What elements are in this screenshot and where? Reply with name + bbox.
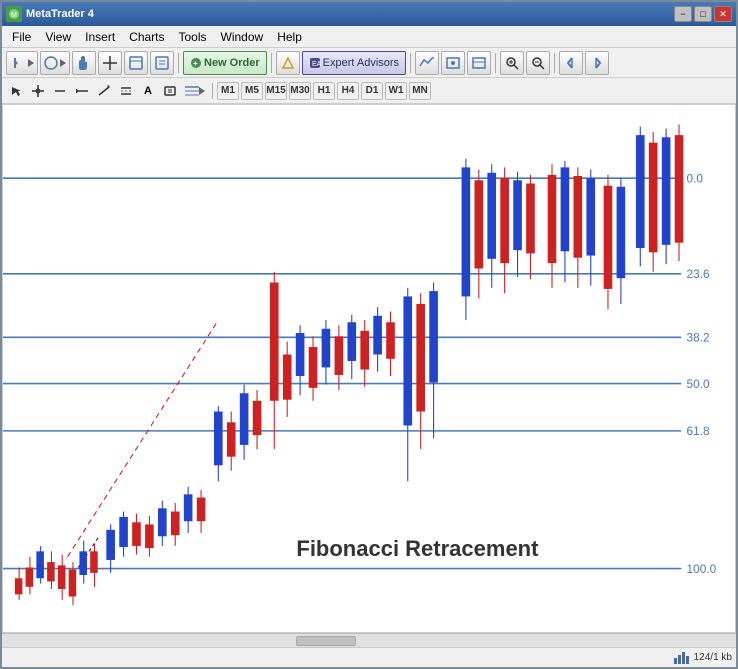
status-bar: 124/1 kb <box>2 647 736 667</box>
title-bar: M MetaTrader 4 − □ ✕ <box>2 2 736 26</box>
zoom-in-btn[interactable] <box>500 51 524 75</box>
indicators-btn[interactable] <box>415 51 439 75</box>
tf-w1[interactable]: W1 <box>385 82 407 100</box>
toolbar-hand-btn[interactable] <box>72 51 96 75</box>
menu-window[interactable]: Window <box>215 28 270 46</box>
trend-tool[interactable] <box>94 81 114 101</box>
scrollbar-thumb[interactable] <box>296 636 356 646</box>
svg-text:+: + <box>193 59 198 68</box>
svg-text:50.0: 50.0 <box>687 377 710 391</box>
toolbar-nav-btn[interactable] <box>40 51 70 75</box>
tf-d1[interactable]: D1 <box>361 82 383 100</box>
new-order-label: New Order <box>204 57 260 69</box>
new-order-button[interactable]: + New Order <box>183 51 267 75</box>
label-tool[interactable] <box>160 81 180 101</box>
tf-mn[interactable]: MN <box>409 82 431 100</box>
arrow-tool[interactable] <box>6 81 26 101</box>
chart-area[interactable]: 0.0 23.6 38.2 50.0 61.8 100.0 <box>2 104 736 633</box>
text-tool[interactable]: A <box>138 81 158 101</box>
svg-text:23.6: 23.6 <box>687 267 710 281</box>
svg-text:0.0: 0.0 <box>687 171 704 185</box>
menu-bar: FileViewInsertChartsToolsWindowHelp <box>2 26 736 48</box>
toolbar-sep-5 <box>554 53 555 73</box>
expert-advisors-button[interactable]: EA Expert Advisors <box>302 51 406 75</box>
close-button[interactable]: ✕ <box>714 6 732 22</box>
channel-tool[interactable] <box>116 81 136 101</box>
menu-insert[interactable]: Insert <box>79 28 121 46</box>
menu-help[interactable]: Help <box>271 28 308 46</box>
toolbar2: A M1 M5 M15 M30 H1 H4 D1 W1 MN <box>2 78 736 104</box>
toolbar-crosshair-btn[interactable] <box>98 51 122 75</box>
toolbar-sep-2 <box>271 53 272 73</box>
tf-h1[interactable]: H1 <box>313 82 335 100</box>
tf-h4[interactable]: H4 <box>337 82 359 100</box>
templates-btn[interactable] <box>467 51 491 75</box>
svg-text:61.8: 61.8 <box>687 424 710 438</box>
tf-m5[interactable]: M5 <box>241 82 263 100</box>
toolbar-zoom-btn[interactable] <box>124 51 148 75</box>
scrollbar-horizontal[interactable] <box>2 633 736 647</box>
fib-btn[interactable] <box>276 51 300 75</box>
main-window: M MetaTrader 4 − □ ✕ FileViewInsertChart… <box>0 0 738 669</box>
tool-sep-1 <box>212 83 213 99</box>
menu-file[interactable]: File <box>6 28 37 46</box>
minimize-button[interactable]: − <box>674 6 692 22</box>
scroll-left-btn[interactable] <box>559 51 583 75</box>
fib-tool[interactable] <box>182 81 208 101</box>
svg-text:38.2: 38.2 <box>687 331 710 345</box>
maximize-button[interactable]: □ <box>694 6 712 22</box>
line-tool[interactable] <box>50 81 70 101</box>
expert-advisors-label: Expert Advisors <box>323 57 399 69</box>
kb-status: 124/1 kb <box>694 652 732 663</box>
svg-text:M: M <box>11 12 17 19</box>
tf-m1[interactable]: M1 <box>217 82 239 100</box>
chart-title: Fibonacci Retracement <box>296 536 538 562</box>
menu-charts[interactable]: Charts <box>123 28 170 46</box>
menu-view[interactable]: View <box>39 28 77 46</box>
svg-text:100.0: 100.0 <box>687 562 717 576</box>
toolbar-sep-4 <box>495 53 496 73</box>
window-title: MetaTrader 4 <box>26 8 94 20</box>
objects-btn[interactable] <box>441 51 465 75</box>
tf-m15[interactable]: M15 <box>265 82 287 100</box>
chart-icon <box>674 652 690 664</box>
window-controls: − □ ✕ <box>674 6 732 22</box>
title-bar-left: M MetaTrader 4 <box>6 6 94 22</box>
zoom-out-btn[interactable] <box>526 51 550 75</box>
crosshair-tool[interactable] <box>28 81 48 101</box>
toolbar-arrow-btn[interactable] <box>6 51 38 75</box>
menu-tools[interactable]: Tools <box>173 28 213 46</box>
svg-text:EA: EA <box>312 61 321 68</box>
hline-tool[interactable] <box>72 81 92 101</box>
scroll-right-btn[interactable] <box>585 51 609 75</box>
toolbar-sep-3 <box>410 53 411 73</box>
app-icon: M <box>6 6 22 22</box>
toolbar-sep-1 <box>178 53 179 73</box>
toolbar1: + New Order EA Expert Advisors <box>2 48 736 78</box>
tf-m30[interactable]: M30 <box>289 82 311 100</box>
toolbar-prop-btn[interactable] <box>150 51 174 75</box>
